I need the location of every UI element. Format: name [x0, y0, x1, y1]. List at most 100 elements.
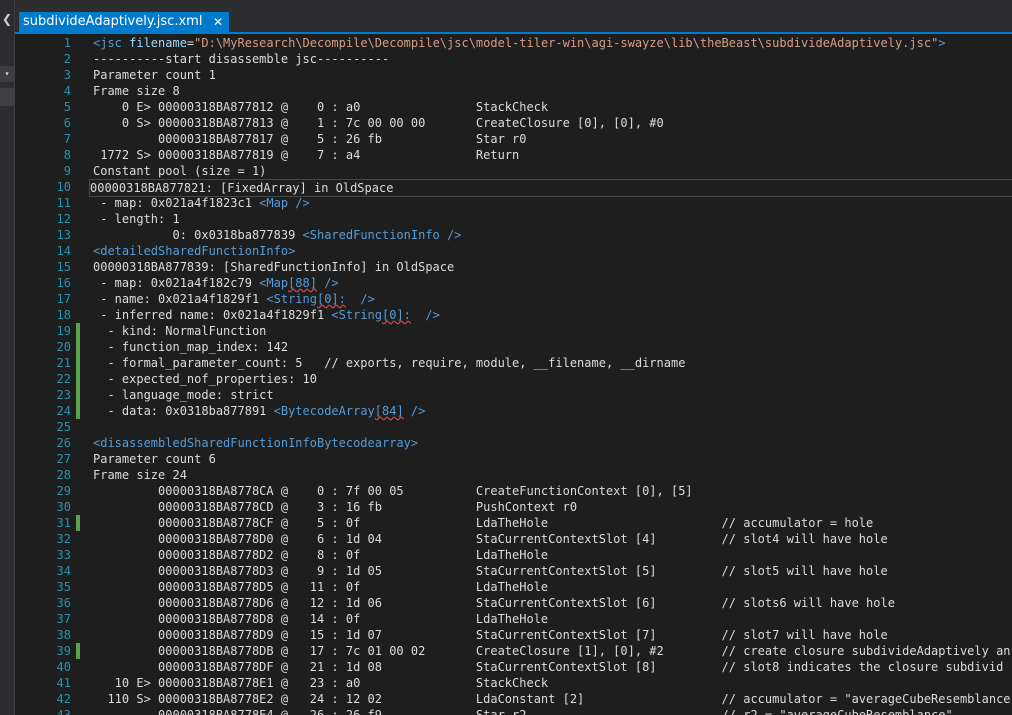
code-text: 00000318BA8778DF @ 21 : 1d 08 StaCurrent…: [93, 659, 1003, 675]
token: 00000318BA8778CF @ 5 : 0f LdaTheHole // …: [93, 516, 874, 530]
code-line[interactable]: 6 0 S> 00000318BA877813 @ 1 : 7c 00 00 0…: [15, 115, 1012, 131]
code-line[interactable]: 9 Constant pool (size = 1): [15, 163, 1012, 179]
code-text: 0 E> 00000318BA877812 @ 0 : a0 StackChec…: [93, 99, 548, 115]
change-marker: [76, 387, 80, 403]
code-line[interactable]: 30 00000318BA8778CD @ 3 : 16 fb PushCont…: [15, 499, 1012, 515]
code-text: - data: 0x0318ba877891 <BytecodeArray[84…: [93, 403, 425, 419]
token: - length: 1: [93, 212, 180, 226]
code-line[interactable]: 12 - length: 1: [15, 211, 1012, 227]
code-line[interactable]: 31 00000318BA8778CF @ 5 : 0f LdaTheHole …: [15, 515, 1012, 531]
code-line[interactable]: 10 00000318BA877821: [FixedArray] in OldS…: [15, 179, 1012, 197]
code-line[interactable]: 33 00000318BA8778D2 @ 8 : 0f LdaTheHole: [15, 547, 1012, 563]
code-line[interactable]: 7 00000318BA877817 @ 5 : 26 fb Star r0: [15, 131, 1012, 147]
line-number: 22: [56, 372, 71, 386]
line-number: 29: [56, 484, 71, 498]
token: 00000318BA8778DB @ 17 : 7c 01 00 02 Crea…: [93, 644, 1011, 658]
code-line[interactable]: 27 Parameter count 6: [15, 451, 1012, 467]
code-line[interactable]: 40 00000318BA8778DF @ 21 : 1d 08 StaCurr…: [15, 659, 1012, 675]
code-text: - map: 0x021a4f182c79 <Map[88] />: [93, 275, 339, 291]
code-text: <disassembledSharedFunctionInfoBytecodea…: [93, 435, 418, 451]
code-line[interactable]: 22 - expected_nof_properties: 10: [15, 371, 1012, 387]
code-line[interactable]: 23 - language_mode: strict: [15, 387, 1012, 403]
code-line[interactable]: 32 00000318BA8778D0 @ 6 : 1d 04 StaCurre…: [15, 531, 1012, 547]
code-text: - kind: NormalFunction: [93, 323, 266, 339]
token: 00000318BA8778D5 @ 11 : 0f LdaTheHole: [93, 580, 549, 594]
token: 00000318BA8778CA @ 0 : 7f 00 05 CreateFu…: [93, 484, 693, 498]
code-line[interactable]: 18 - inferred name: 0x021a4f1829f1 <Stri…: [15, 307, 1012, 323]
code-line[interactable]: 35 00000318BA8778D5 @ 11 : 0f LdaTheHole: [15, 579, 1012, 595]
line-number: 38: [56, 628, 71, 642]
code-line[interactable]: 42 110 S> 00000318BA8778E2 @ 24 : 12 02 …: [15, 691, 1012, 707]
code-line[interactable]: 19 - kind: NormalFunction: [15, 323, 1012, 339]
line-number: 35: [56, 580, 71, 594]
code-line[interactable]: 17 - name: 0x021a4f1829f1 <String[0]: />: [15, 291, 1012, 307]
token: - map: 0x021a4f1823c1: [93, 196, 260, 210]
token: 00000318BA8778D8 @ 14 : 0f LdaTheHole: [93, 612, 549, 626]
code-line[interactable]: 43 00000318BA8778E4 @ 26 : 26 f9 Star r2…: [15, 707, 1012, 715]
code-text: 110 S> 00000318BA8778E2 @ 24 : 12 02 Lda…: [93, 691, 1010, 707]
token: 10 E> 00000318BA8778E1 @ 23 : a0 StackCh…: [93, 676, 549, 690]
token: <String: [266, 292, 317, 306]
code-line[interactable]: 29 00000318BA8778CA @ 0 : 7f 00 05 Creat…: [15, 483, 1012, 499]
line-number: 18: [56, 308, 71, 322]
code-text: - formal_parameter_count: 5 // exports, …: [93, 355, 685, 371]
code-line[interactable]: 38 00000318BA8778D9 @ 15 : 1d 07 StaCurr…: [15, 627, 1012, 643]
code-line[interactable]: 11 - map: 0x021a4f1823c1 <Map />: [15, 195, 1012, 211]
code-line[interactable]: 34 00000318BA8778D3 @ 9 : 1d 05 StaCurre…: [15, 563, 1012, 579]
code-text: ----------start disassemble jsc---------…: [93, 51, 389, 67]
token: 00000318BA877839: [SharedFunctionInfo] i…: [93, 260, 455, 274]
token: 00000318BA8778CD @ 3 : 16 fb PushContext…: [93, 500, 578, 514]
code-line[interactable]: 15 00000318BA877839: [SharedFunctionInfo]…: [15, 259, 1012, 275]
code-line[interactable]: 3 Parameter count 1: [15, 67, 1012, 83]
code-line[interactable]: 21 - formal_parameter_count: 5 // export…: [15, 355, 1012, 371]
code-editor[interactable]: 1 <jsc filename="D:\MyResearch\Decompile\…: [15, 34, 1012, 715]
code-line[interactable]: 4 Frame size 8: [15, 83, 1012, 99]
code-line[interactable]: 1 <jsc filename="D:\MyResearch\Decompile\…: [15, 35, 1012, 51]
line-number: 26: [56, 436, 71, 450]
code-line[interactable]: 41 10 E> 00000318BA8778E1 @ 23 : a0 Stac…: [15, 675, 1012, 691]
token: <Map: [259, 276, 289, 290]
token: <BytecodeArray: [273, 404, 375, 418]
side-panel-selection[interactable]: [0, 88, 14, 106]
code-line[interactable]: 13 0: 0x0318ba877839 <SharedFunctionInfo…: [15, 227, 1012, 243]
code-text: Frame size 8: [93, 83, 180, 99]
line-number: 19: [56, 324, 71, 338]
token: 00000318BA8778D9 @ 15 : 1d 07 StaCurrent…: [93, 628, 888, 642]
code-text: - expected_nof_properties: 10: [93, 371, 317, 387]
change-marker: [76, 339, 80, 355]
code-line[interactable]: 20 - function_map_index: 142: [15, 339, 1012, 355]
dropdown-arrow-icon[interactable]: ▾: [0, 66, 14, 82]
code-line[interactable]: 26 <disassembledSharedFunctionInfoBytecod…: [15, 435, 1012, 451]
line-number: 12: [56, 212, 71, 226]
token: 0 E> 00000318BA877812 @ 0 : a0 StackChec…: [93, 100, 549, 114]
tab-subdivide-adaptively[interactable]: subdivideAdaptively.jsc.xml ✕: [19, 12, 229, 32]
code-text: Frame size 24: [93, 467, 187, 483]
code-text: 00000318BA8778CF @ 5 : 0f LdaTheHole // …: [93, 515, 873, 531]
token: />: [316, 276, 339, 290]
token: [88]: [288, 276, 317, 290]
line-number: 43: [56, 708, 71, 715]
code-line[interactable]: 24 - data: 0x0318ba877891 <BytecodeArray…: [15, 403, 1012, 419]
code-line[interactable]: 8 1772 S> 00000318BA877819 @ 7 : a4 Retu…: [15, 147, 1012, 163]
line-number: 14: [56, 244, 71, 258]
code-line[interactable]: 5 0 E> 00000318BA877812 @ 0 : a0 StackCh…: [15, 99, 1012, 115]
token: />: [403, 404, 426, 418]
line-number: 32: [56, 532, 71, 546]
close-tab-icon[interactable]: ✕: [213, 12, 223, 32]
code-text: 00000318BA8778CD @ 3 : 16 fb PushContext…: [93, 499, 577, 515]
code-line[interactable]: 14 <detailedSharedFunctionInfo>: [15, 243, 1012, 259]
collapse-chevron-icon[interactable]: ❮: [2, 12, 12, 26]
line-number: 34: [56, 564, 71, 578]
token: - map: 0x021a4f182c79: [93, 276, 260, 290]
code-line[interactable]: 37 00000318BA8778D8 @ 14 : 0f LdaTheHole: [15, 611, 1012, 627]
code-line[interactable]: 25: [15, 419, 1012, 435]
code-text: 00000318BA8778DB @ 17 : 7c 01 00 02 Crea…: [93, 643, 1011, 659]
code-line[interactable]: 28 Frame size 24: [15, 467, 1012, 483]
line-number: 40: [56, 660, 71, 674]
code-line[interactable]: 36 00000318BA8778D6 @ 12 : 1d 06 StaCurr…: [15, 595, 1012, 611]
code-line[interactable]: 2 ----------start disassemble jsc--------…: [15, 51, 1012, 67]
code-line[interactable]: 39 00000318BA8778DB @ 17 : 7c 01 00 02 C…: [15, 643, 1012, 659]
line-number: 4: [63, 84, 71, 98]
code-line[interactable]: 16 - map: 0x021a4f182c79 <Map[88] />: [15, 275, 1012, 291]
token: - kind: NormalFunction: [93, 324, 267, 338]
